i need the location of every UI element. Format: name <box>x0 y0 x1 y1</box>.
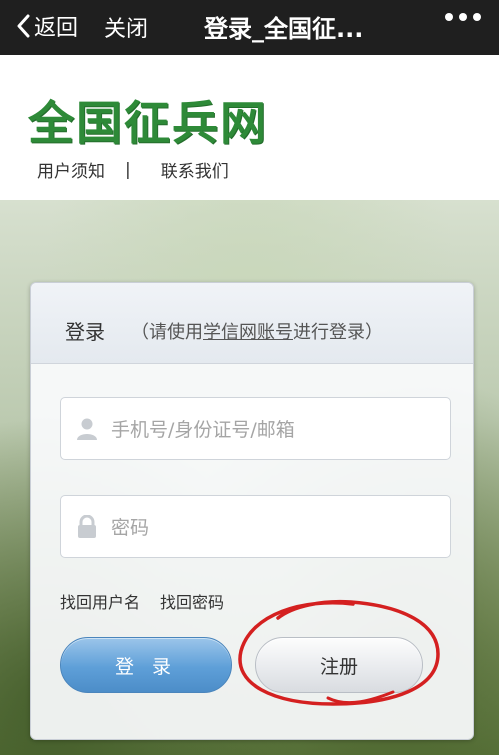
top-navigation-bar: 返回 关闭 登录_全国征... <box>0 0 499 55</box>
username-input[interactable] <box>109 406 443 453</box>
register-button[interactable]: 注册 <box>255 637 423 693</box>
header-links: 用户须知 | 联系我们 <box>37 157 229 183</box>
login-panel: 登录 （请使用学信网账号进行登录） 找回用户名 找回密码 登 录 注册 <box>30 282 474 740</box>
user-icon <box>77 418 97 440</box>
password-field[interactable] <box>60 495 451 558</box>
password-input[interactable] <box>109 504 443 551</box>
recovery-links: 找回用户名 找回密码 <box>60 589 224 613</box>
lock-icon <box>78 515 96 538</box>
site-logo: 全国征兵网 <box>28 96 268 150</box>
site-header: 全国征兵网 用户须知 | 联系我们 <box>0 55 499 200</box>
login-button[interactable]: 登 录 <box>60 637 232 693</box>
login-title: 登录 <box>65 320 105 344</box>
more-dots-icon[interactable] <box>445 13 481 21</box>
xuexin-account-link[interactable]: 学信网账号 <box>203 322 293 343</box>
forgot-password-link[interactable]: 找回密码 <box>160 589 224 613</box>
link-separator: | <box>125 159 131 180</box>
back-label: 返回 <box>34 16 79 41</box>
forgot-username-link[interactable]: 找回用户名 <box>60 589 140 613</box>
user-notice-link[interactable]: 用户须知 <box>37 157 105 182</box>
login-subtitle: （请使用学信网账号进行登录） <box>131 322 383 343</box>
login-panel-header: 登录 （请使用学信网账号进行登录） <box>31 283 473 364</box>
page-title: 登录_全国征... <box>204 15 364 43</box>
contact-us-link[interactable]: 联系我们 <box>161 157 229 182</box>
close-button[interactable]: 关闭 <box>104 11 148 43</box>
username-field[interactable] <box>60 397 451 460</box>
back-button[interactable]: 返回 <box>16 10 78 42</box>
chevron-left-icon <box>17 14 30 38</box>
